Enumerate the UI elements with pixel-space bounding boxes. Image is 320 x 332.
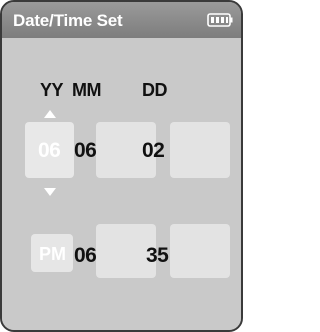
- device-screen: Date/Time Set YY MM DD 06 06 02 PM 06 35: [0, 0, 243, 332]
- label-day: DD: [142, 80, 168, 100]
- year-value: 06: [38, 139, 61, 162]
- settings-panel: YY MM DD 06 06 02 PM 06 35: [2, 38, 241, 330]
- arrow-down-icon[interactable]: [43, 187, 57, 197]
- arrow-up-icon[interactable]: [43, 109, 57, 119]
- hour-value: 06: [74, 244, 97, 267]
- battery-icon: [207, 13, 233, 27]
- label-year: YY: [40, 80, 64, 100]
- label-month: MM: [72, 80, 102, 100]
- screen-title: Date/Time Set: [13, 11, 123, 30]
- day-value: 02: [142, 139, 165, 162]
- minute-value: 35: [146, 244, 169, 267]
- title-bar: Date/Time Set: [2, 2, 241, 38]
- minute-field[interactable]: [170, 224, 230, 278]
- ampm-value: PM: [39, 244, 66, 264]
- month-value: 06: [74, 139, 97, 162]
- day-field[interactable]: [170, 122, 230, 178]
